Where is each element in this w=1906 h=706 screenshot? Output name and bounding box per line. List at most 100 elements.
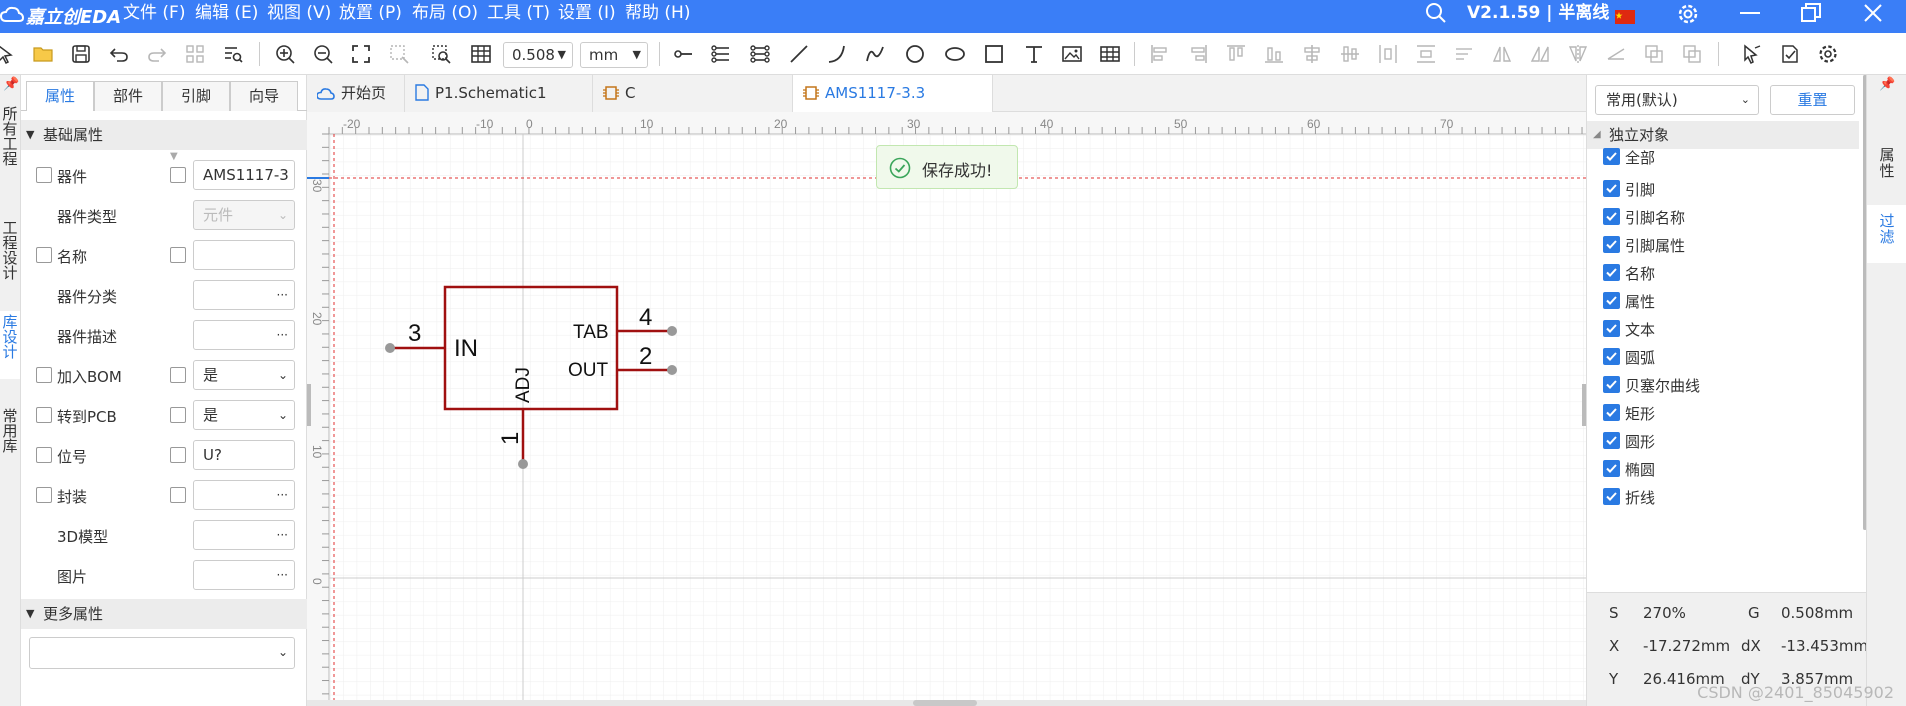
distribute-v-icon[interactable] [1414,42,1438,66]
pin-4-end[interactable] [667,326,677,336]
align-top-icon[interactable] [1224,42,1248,66]
pin-panel-icon[interactable]: 📌 [3,77,19,92]
bring-front-icon[interactable] [1642,42,1666,66]
restore-icon[interactable] [1799,2,1823,29]
checked-checkbox-icon[interactable] [1603,460,1620,477]
checked-checkbox-icon[interactable] [1603,264,1620,281]
menu-file[interactable]: 文件 (F) [123,0,185,33]
rotate-icon[interactable] [1604,42,1628,66]
unit-select[interactable]: mm ▼ [580,42,648,68]
flip-vertical-icon[interactable] [1528,42,1552,66]
image-input[interactable]: ··· [193,560,295,590]
checkbox[interactable] [36,167,52,183]
checked-checkbox-icon[interactable] [1603,320,1620,337]
checked-checkbox-icon[interactable] [1603,180,1620,197]
checked-checkbox-icon[interactable] [1603,236,1620,253]
nav-tab-library-design[interactable]: 库设计 [0,311,20,379]
line-tool-icon[interactable] [787,42,811,66]
more-properties-header[interactable]: ▼ 更多属性 [21,599,307,629]
rectangle-tool-icon[interactable] [982,42,1006,66]
image-tool-icon[interactable] [1060,42,1084,66]
doc-tab-c[interactable]: C [593,75,793,112]
nav-tab-project-design[interactable]: 工程设计 [0,217,20,285]
checked-checkbox-icon[interactable] [1603,376,1620,393]
reset-button[interactable]: 重置 [1770,85,1855,115]
tab-pins[interactable]: 引脚 [162,81,230,111]
distribute-h-icon[interactable] [1376,42,1400,66]
checkbox[interactable] [170,167,186,183]
save-icon[interactable] [69,42,93,66]
gear-icon[interactable] [1677,3,1699,30]
right-tab-properties[interactable]: 属性 [1867,139,1906,199]
pin-1-end[interactable] [518,459,528,469]
align-grid-icon[interactable] [1452,42,1476,66]
checkbox[interactable] [36,487,52,503]
doc-tab-schematic[interactable]: P1.Schematic1 [405,75,593,112]
send-back-icon[interactable] [1680,42,1704,66]
bezier-tool-icon[interactable] [863,42,887,66]
table-tool-icon[interactable] [1098,42,1122,66]
close-icon[interactable] [1862,2,1884,29]
checked-checkbox-icon[interactable] [1603,148,1620,165]
checkbox[interactable] [36,407,52,423]
checkbox[interactable] [170,407,186,423]
minimize-icon[interactable] [1738,2,1762,29]
grid-size-select[interactable]: 0.508 ▼ [503,42,573,68]
fit-view-icon[interactable] [349,42,373,66]
checkbox[interactable] [170,367,186,383]
filter-item[interactable]: 折线 [1587,479,1859,513]
pin-matrix-icon[interactable] [748,42,772,66]
checked-checkbox-icon[interactable] [1603,348,1620,365]
text-tool-icon[interactable] [1022,42,1046,66]
filter-preset-select[interactable]: 常用(默认) ⌄ [1595,85,1759,115]
tab-properties[interactable]: 属性 [26,81,94,111]
add-bom-select[interactable]: 是 ⌄ [193,360,295,390]
checkbox[interactable] [170,487,186,503]
version-label[interactable]: V2.1.59 | 半离线 [1467,0,1609,27]
select-cursor-icon[interactable] [0,42,18,66]
language-flag-icon[interactable] [1615,6,1635,33]
schematic-canvas[interactable]: -20 -10 0 10 20 30 40 50 60 70 30 20 10 … [307,112,1586,700]
flip-horizontal-icon[interactable] [1490,42,1514,66]
open-folder-icon[interactable] [31,42,55,66]
circle-tool-icon[interactable] [903,42,927,66]
zoom-selection-icon[interactable] [429,42,453,66]
arc-tool-icon[interactable] [825,42,849,66]
checkbox[interactable] [170,447,186,463]
align-left-icon[interactable] [1148,42,1172,66]
zoom-out-icon[interactable] [311,42,335,66]
description-input[interactable]: ··· [193,320,295,350]
pin-panel-icon[interactable]: 📌 [1879,77,1895,92]
left-collapse-handle[interactable] [307,384,311,426]
more-dots-icon[interactable]: ··· [277,561,288,589]
checkbox[interactable] [36,247,52,263]
category-input[interactable]: ··· [193,280,295,310]
menu-tools[interactable]: 工具 (T) [487,0,550,33]
name-input[interactable] [193,240,295,270]
checked-checkbox-icon[interactable] [1603,292,1620,309]
mirror-icon[interactable] [1566,42,1590,66]
pin-2-end[interactable] [667,365,677,375]
designator-input[interactable]: U? [193,440,295,470]
menu-place[interactable]: 放置 (P) [339,0,402,33]
filter-item[interactable]: 全部 [1587,139,1859,173]
nav-tab-common-library[interactable]: 常用库 [0,405,20,473]
checkbox[interactable] [36,367,52,383]
more-dots-icon[interactable]: ··· [277,481,288,509]
grid-select-icon[interactable] [183,42,207,66]
checkbox[interactable] [36,447,52,463]
tab-wizard[interactable]: 向导 [230,81,298,111]
to-pcb-select[interactable]: 是 ⌄ [193,400,295,430]
more-properties-select[interactable]: ⌄ [29,637,295,669]
doc-tab-start-page[interactable]: 开始页 [307,75,405,112]
menu-edit[interactable]: 编辑 (E) [195,0,258,33]
basic-properties-header[interactable]: ▼ 基础属性 [21,120,307,150]
menu-layout[interactable]: 布局 (O) [412,0,478,33]
align-bottom-icon[interactable] [1262,42,1286,66]
redo-icon[interactable] [145,42,169,66]
check-doc-icon[interactable] [1778,42,1802,66]
align-center-h-icon[interactable] [1300,42,1324,66]
zoom-in-icon[interactable] [273,42,297,66]
more-dots-icon[interactable]: ··· [277,281,288,309]
pin-3-end[interactable] [385,343,395,353]
